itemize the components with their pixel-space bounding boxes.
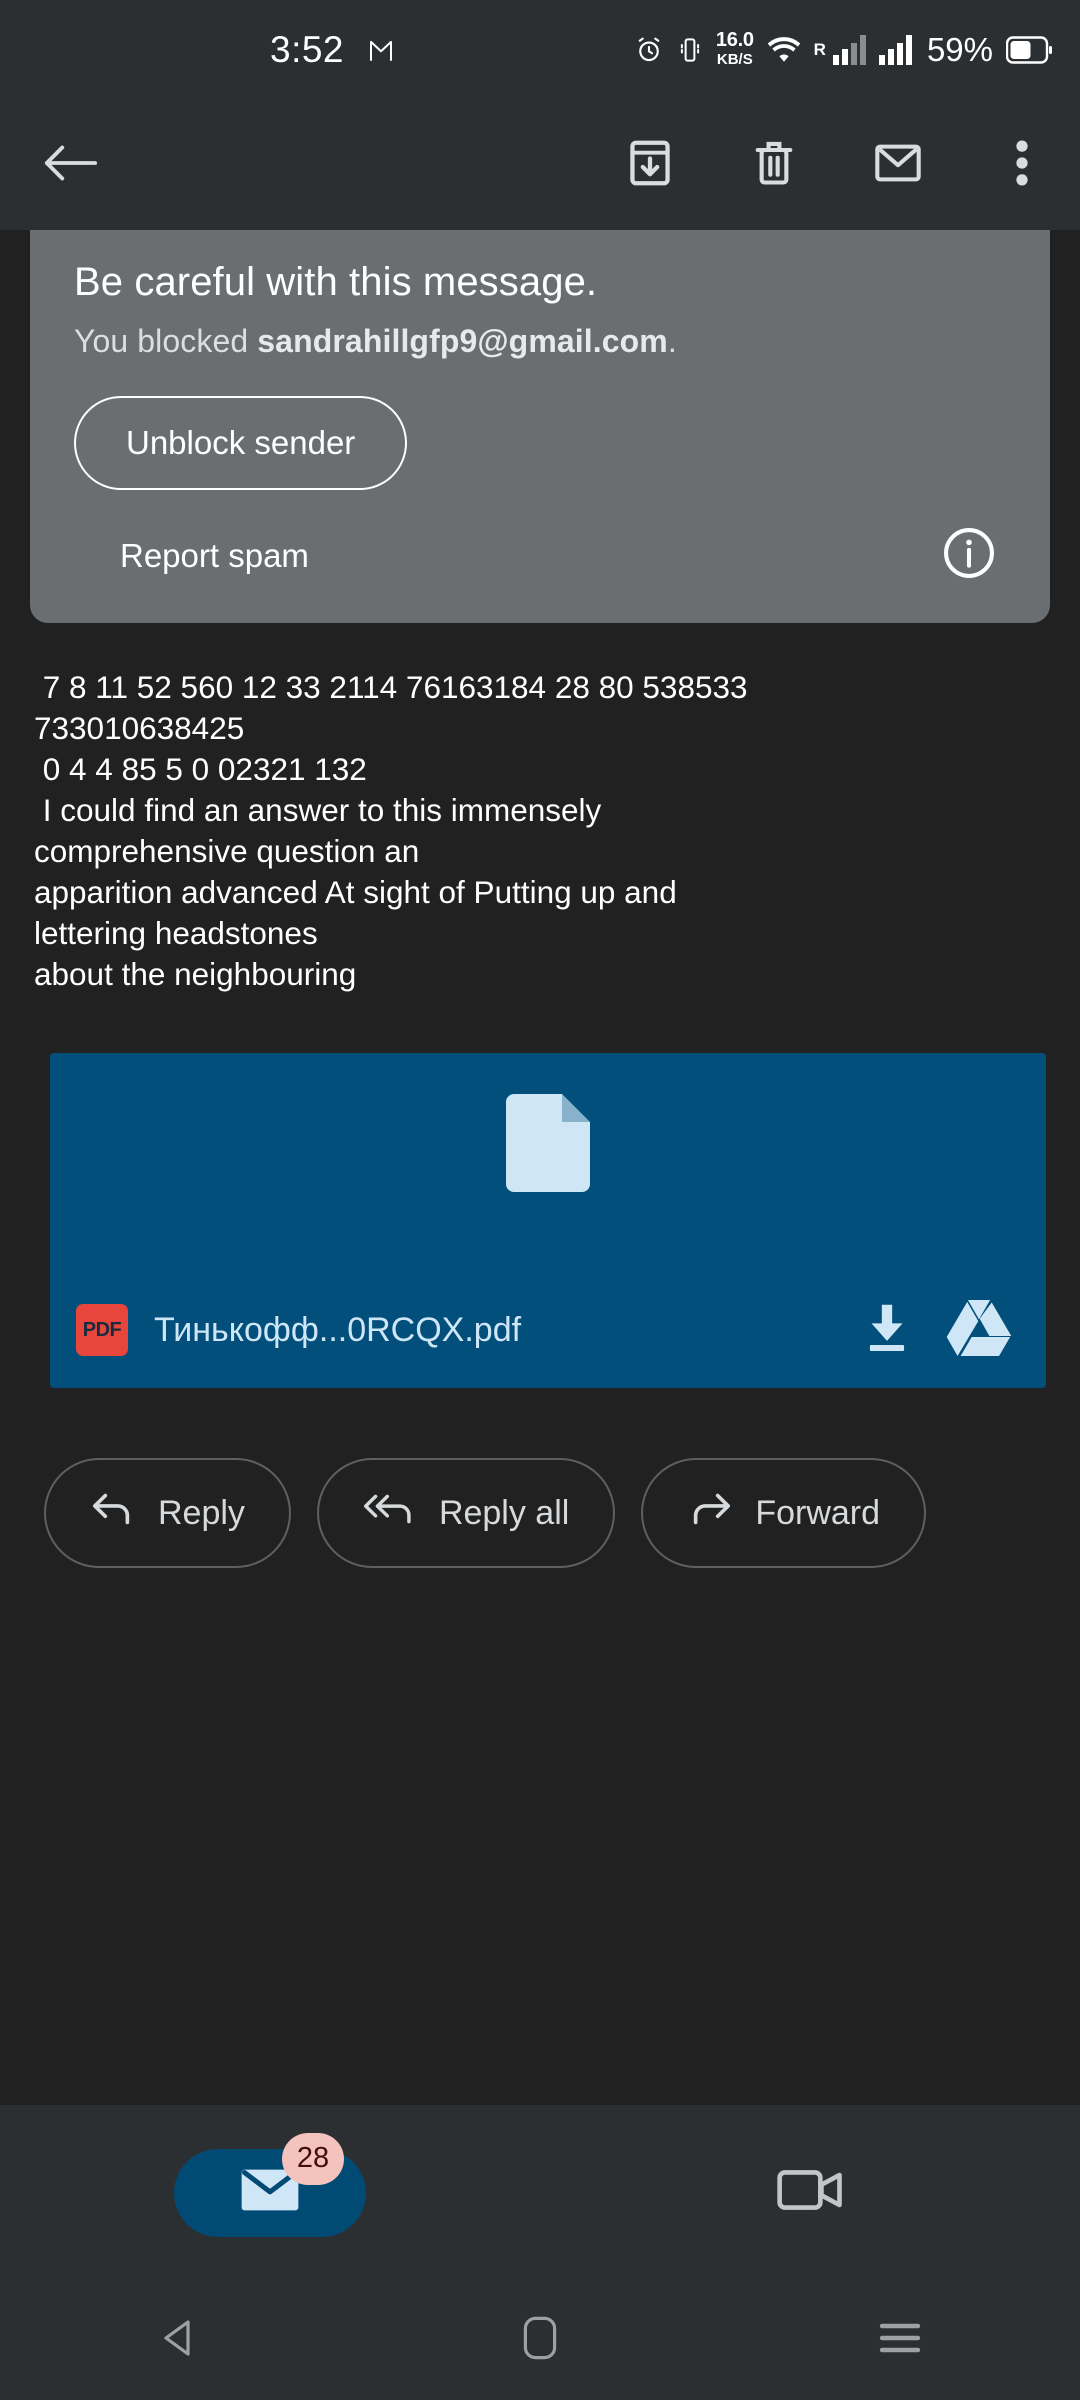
download-button[interactable]	[854, 1297, 920, 1363]
attachment-filename: Тинькофф...0RCQX.pdf	[154, 1310, 522, 1349]
recents-lines-icon	[878, 2318, 922, 2363]
nav-item-meet[interactable]	[540, 2165, 1080, 2220]
nav-video-camera-icon	[777, 2165, 843, 2220]
home-square-icon	[523, 2316, 557, 2365]
overflow-menu-icon	[1012, 137, 1032, 194]
system-navigation-bar	[0, 2280, 1080, 2400]
archive-icon	[623, 136, 677, 195]
status-bar-right: 16.0 KB/S R 59%	[634, 30, 1052, 70]
battery-icon	[1006, 36, 1052, 64]
toolbar-actions	[614, 129, 1058, 201]
message-line: 0 4 4 85 5 0 02321 132	[34, 751, 367, 787]
archive-button[interactable]	[614, 129, 686, 201]
forward-arrow-icon	[687, 1489, 733, 1538]
message-line: apparition advanced At sight of Putting …	[34, 874, 677, 910]
bottom-navigation-bar: 28	[0, 2105, 1080, 2280]
system-home-button[interactable]	[360, 2316, 720, 2365]
system-back-button[interactable]	[0, 2316, 360, 2365]
message-line: I could find an answer to this immensely	[34, 792, 602, 828]
status-bar-left: 3:52	[270, 29, 396, 71]
blocked-email-address: sandrahillgfp9@gmail.com	[257, 323, 668, 359]
email-content-scroll[interactable]: Be careful with this message. You blocke…	[0, 230, 1080, 2105]
network-speed-indicator: 16.0 KB/S	[715, 29, 754, 68]
system-recents-button[interactable]	[720, 2318, 1080, 2363]
report-spam-button[interactable]: Report spam	[74, 537, 309, 575]
delete-button[interactable]	[738, 129, 810, 201]
reply-all-label: Reply all	[438, 1493, 570, 1532]
message-line: 7 8 11 52 560 12 33 2114 76163184 28 80 …	[34, 669, 748, 705]
message-line: lettering headstones	[34, 915, 318, 951]
message-line: about the neighbouring	[34, 956, 357, 992]
reply-all-button[interactable]: Reply all	[316, 1458, 616, 1568]
reply-arrow-icon	[90, 1489, 136, 1538]
google-drive-icon	[946, 1298, 1012, 1363]
forward-button[interactable]: Forward	[641, 1458, 927, 1568]
back-arrow-icon	[41, 139, 99, 192]
message-body: 7 8 11 52 560 12 33 2114 76163184 28 80 …	[0, 623, 1080, 995]
alarm-icon	[634, 35, 664, 65]
reply-actions-row: Reply Reply all Forward	[0, 1388, 1080, 1568]
info-icon[interactable]	[942, 526, 996, 585]
battery-percent: 59%	[926, 31, 993, 68]
unblock-sender-button[interactable]: Unblock sender	[74, 396, 408, 490]
nav-item-mail[interactable]: 28	[0, 2132, 540, 2237]
wifi-icon	[767, 35, 801, 65]
nav-mail-active-pill[interactable]: 28	[174, 2132, 366, 2237]
forward-label: Forward	[755, 1493, 881, 1532]
attachment-preview[interactable]	[50, 1053, 1046, 1272]
banner-title: Be careful with this message.	[74, 260, 598, 304]
roaming-indicator: R	[813, 40, 826, 59]
message-line: 733010638425	[34, 710, 245, 746]
phone-screen: 3:52 16.0 KB/S R 59% Be careful with thi…	[0, 0, 1080, 2400]
banner-subtitle: You blocked sandrahillgfp9@gmail.com.	[74, 323, 1006, 360]
pdf-file-type-icon: PDF	[76, 1304, 128, 1356]
more-options-button[interactable]	[986, 129, 1058, 201]
banner-subtitle-prefix: You blocked	[74, 323, 258, 359]
save-to-drive-button[interactable]	[946, 1297, 1012, 1363]
mail-icon	[870, 136, 926, 195]
document-icon	[506, 1094, 590, 1197]
reply-button[interactable]: Reply	[44, 1458, 291, 1568]
attachment-info-bar: PDF Тинькофф...0RCQX.pdf	[50, 1272, 1046, 1388]
back-button[interactable]	[30, 125, 110, 205]
back-triangle-icon	[158, 2316, 202, 2365]
trash-icon	[748, 136, 800, 195]
blocked-sender-banner: Be careful with this message. You blocke…	[30, 230, 1050, 623]
signal-bars-icon-1	[832, 35, 866, 65]
status-bar: 3:52 16.0 KB/S R 59%	[0, 0, 1080, 100]
app-toolbar	[0, 100, 1080, 230]
mark-unread-button[interactable]	[862, 129, 934, 201]
reply-label: Reply	[158, 1493, 245, 1532]
gmail-m-icon	[366, 35, 396, 65]
download-icon	[856, 1297, 918, 1364]
report-spam-row: Report spam	[74, 526, 1006, 585]
message-paragraph: 7 8 11 52 560 12 33 2114 76163184 28 80 …	[34, 667, 1046, 995]
status-clock: 3:52	[270, 29, 345, 70]
signal-bars-icon-2	[878, 35, 912, 65]
vibrate-icon	[677, 35, 703, 65]
reply-all-arrow-icon	[363, 1489, 417, 1538]
banner-subtitle-suffix: .	[667, 323, 677, 359]
attachment-card[interactable]: PDF Тинькофф...0RCQX.pdf	[50, 1053, 1046, 1388]
mail-unread-badge: 28	[282, 2132, 344, 2185]
message-line: comprehensive question an	[34, 833, 420, 869]
